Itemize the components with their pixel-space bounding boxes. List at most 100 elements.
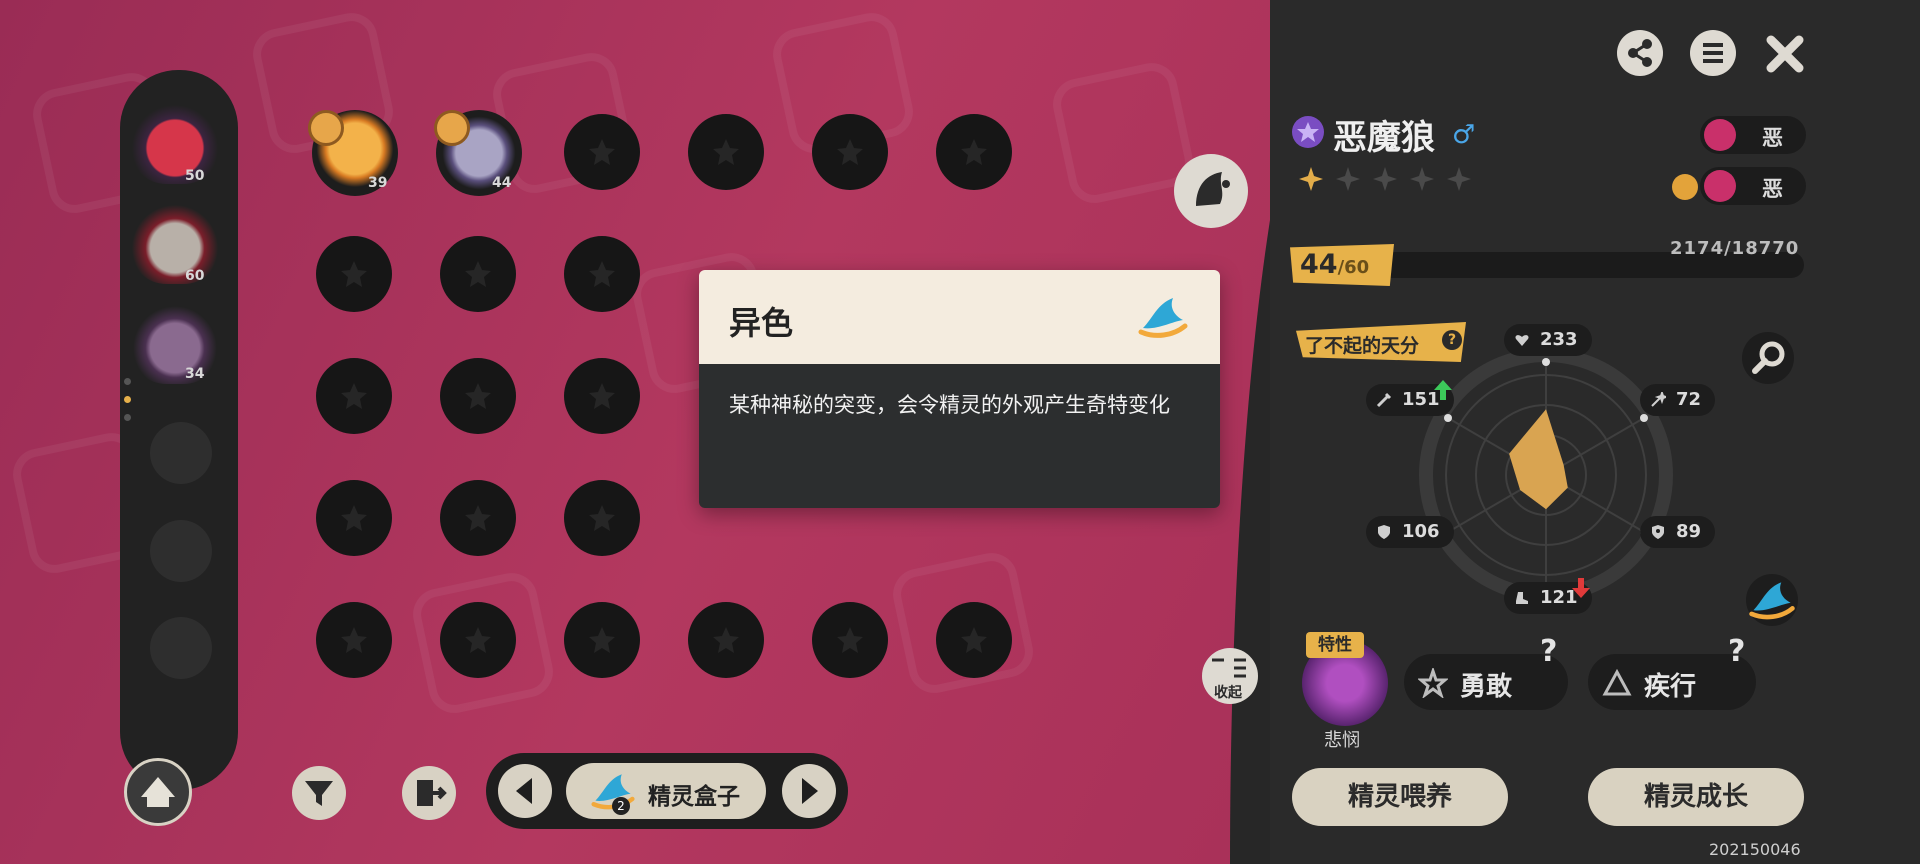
empty-pet-slot[interactable] <box>688 602 764 678</box>
shiny-badge-icon <box>308 110 344 146</box>
trainer-avatar-button[interactable] <box>124 758 192 826</box>
close-button[interactable] <box>1763 32 1807 76</box>
trainer-icon <box>141 777 175 807</box>
empty-pet-slot[interactable] <box>688 114 764 190</box>
boot-icon <box>1516 592 1528 604</box>
roster-empty-slot[interactable] <box>150 520 212 582</box>
radar-fill <box>1509 409 1568 510</box>
filter-icon <box>305 781 333 806</box>
box-switcher: 2 精灵盒子 <box>486 753 848 829</box>
roster-pet-2[interactable] <box>132 204 218 284</box>
trait-swift[interactable]: 疾行 ? <box>1588 634 1756 710</box>
trait-label: 疾行 <box>1644 672 1697 702</box>
pet-name: 恶魔狼 <box>1333 118 1435 158</box>
star-placeholder-icon <box>465 505 491 531</box>
stat-sp-attack: 72 <box>1640 384 1716 416</box>
shield-icon <box>1378 525 1390 539</box>
page-dot <box>124 378 131 385</box>
empty-pet-slot[interactable] <box>936 114 1012 190</box>
gender-icon: ♂ <box>1452 120 1476 150</box>
grow-pet-button[interactable]: 精灵成长 <box>1588 768 1804 826</box>
release-button[interactable] <box>402 766 456 820</box>
triangle-icon <box>1602 668 1632 696</box>
next-box-button[interactable] <box>782 764 836 818</box>
inspect-button[interactable] <box>1742 332 1794 384</box>
empty-pet-slot[interactable] <box>316 236 392 312</box>
roster-pet-level: 60 <box>185 268 205 284</box>
star-placeholder-icon <box>341 261 367 287</box>
ability-name: 悲悯 <box>1324 730 1360 751</box>
stat-sp-defense-value: 89 <box>1676 521 1702 542</box>
pet-silhouette-icon <box>1196 172 1230 206</box>
roster-pet-level: 34 <box>185 366 205 382</box>
empty-pet-slot[interactable] <box>316 358 392 434</box>
roster-pet-1[interactable] <box>132 104 218 184</box>
empty-pet-slot[interactable] <box>440 358 516 434</box>
help-icon[interactable]: ? <box>1728 634 1745 669</box>
prev-box-button[interactable] <box>498 764 552 818</box>
empty-pet-slot[interactable] <box>564 236 640 312</box>
stat-sp-attack-value: 72 <box>1676 389 1702 410</box>
roster-page-indicator <box>124 378 132 432</box>
help-icon[interactable]: ? <box>1540 634 1557 669</box>
arrow-left-icon <box>516 778 532 804</box>
details-list-button[interactable] <box>1690 30 1736 76</box>
pet-dex-button[interactable] <box>1174 154 1248 228</box>
empty-pet-slot[interactable] <box>316 602 392 678</box>
filter-button[interactable] <box>292 766 346 820</box>
share-button[interactable] <box>1617 30 1663 76</box>
box-selector[interactable]: 2 精灵盒子 <box>566 763 766 819</box>
roster-empty-slot[interactable] <box>150 617 212 679</box>
empty-pet-slot[interactable] <box>440 236 516 312</box>
shiny-info-popup: 异色 某种神秘的突变，会令精灵的外观产生奇特变化 <box>699 270 1220 508</box>
popup-description: 某种神秘的突变，会令精灵的外观产生奇特变化 <box>729 393 1170 417</box>
shiny-toggle-button[interactable] <box>1746 574 1798 626</box>
star-placeholder-icon <box>465 627 491 653</box>
page-dot <box>124 414 131 421</box>
trait-label: 勇敢 <box>1460 672 1513 702</box>
type-badge-secondary[interactable]: 恶 <box>1700 167 1806 205</box>
shiny-icon <box>1749 582 1795 620</box>
empty-pet-slot[interactable] <box>440 602 516 678</box>
star-placeholder-icon <box>589 139 615 165</box>
star-filled-icon <box>1299 167 1323 191</box>
exit-door-icon <box>417 780 447 806</box>
empty-pet-slot[interactable] <box>936 602 1012 678</box>
star-placeholder-icon <box>465 383 491 409</box>
empty-pet-slot[interactable] <box>812 602 888 678</box>
empty-pet-slot[interactable] <box>564 114 640 190</box>
star-placeholder-icon <box>589 261 615 287</box>
empty-pet-slot[interactable] <box>564 602 640 678</box>
empty-pet-slot[interactable] <box>440 480 516 556</box>
roster-pet-3[interactable] <box>132 304 218 384</box>
magic-shield-icon <box>1652 525 1664 539</box>
star-placeholder-icon <box>837 627 863 653</box>
roster-empty-slot[interactable] <box>150 422 212 484</box>
star-empty-icon <box>1336 167 1360 191</box>
stat-defense-value: 106 <box>1402 521 1440 542</box>
type-badge-primary[interactable]: 恶 <box>1700 116 1806 154</box>
star-placeholder-icon <box>713 627 739 653</box>
feed-pet-button[interactable]: 精灵喂养 <box>1292 768 1508 826</box>
empty-pet-slot[interactable] <box>316 480 392 556</box>
star-placeholder-icon <box>961 139 987 165</box>
share-icon <box>1628 39 1652 67</box>
collapse-button[interactable]: 收起 <box>1202 648 1258 704</box>
empty-pet-slot[interactable] <box>812 114 888 190</box>
popup-body: 某种神秘的突变，会令精灵的外观产生奇特变化 <box>699 364 1220 508</box>
empty-pet-slot[interactable] <box>564 358 640 434</box>
star-empty-icon <box>1447 167 1471 191</box>
stats-radar-chart <box>1419 348 1673 602</box>
popup-title: 异色 <box>729 304 794 342</box>
star-placeholder-icon <box>341 505 367 531</box>
star-empty-icon <box>1373 167 1397 191</box>
empty-pet-slot[interactable] <box>564 480 640 556</box>
close-icon <box>1766 35 1804 73</box>
magnifier-icon <box>1752 341 1785 374</box>
star-placeholder-icon <box>589 383 615 409</box>
player-uid: 202150046 <box>1709 840 1801 859</box>
arrow-right-icon <box>802 778 818 804</box>
box-label: 精灵盒子 <box>648 784 740 810</box>
star-placeholder-icon <box>837 139 863 165</box>
trait-brave[interactable]: 勇敢 ? <box>1404 634 1568 710</box>
